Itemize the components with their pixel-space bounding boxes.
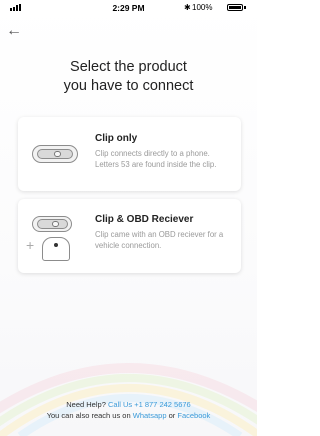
battery-percent: 100% <box>192 3 213 12</box>
facebook-link[interactable]: Facebook <box>177 411 210 420</box>
call-us-link[interactable]: Call Us +1 877 242 5676 <box>108 400 191 409</box>
reach-line: You can also reach us on Whatsapp or Fac… <box>0 410 257 421</box>
help-footer: Need Help? Call Us +1 877 242 5676 You c… <box>0 399 257 421</box>
option-description: Clip came with an OBD reciever for a veh… <box>95 230 224 250</box>
option-description: Clip connects directly to a phone. Lette… <box>95 149 217 169</box>
or-text: or <box>168 411 176 420</box>
status-time: 2:29 PM <box>112 3 145 13</box>
bluetooth-icon: ✱ <box>184 3 191 12</box>
battery-icon <box>227 4 243 11</box>
page-title-line-1: Select the product <box>70 59 187 75</box>
app-screen: 2:29 PM ✱ 100% ← Select the product you … <box>0 0 257 436</box>
option-card-clip-obd[interactable]: + Clip & OBD Reciever Clip came with an … <box>18 199 241 273</box>
plus-icon: + <box>26 237 35 253</box>
reach-prefix: You can also reach us on <box>46 411 131 420</box>
battery-tip <box>244 6 246 9</box>
obd-receiver-icon <box>42 237 70 261</box>
help-line: Need Help? Call Us +1 877 242 5676 <box>0 399 257 410</box>
page-title: Select the product you have to connect <box>0 58 257 96</box>
option-title: Clip & OBD Reciever <box>95 214 194 225</box>
clip-device-icon <box>32 145 78 163</box>
option-card-clip-only[interactable]: Clip only Clip connects directly to a ph… <box>18 117 241 191</box>
option-title: Clip only <box>95 133 138 144</box>
whatsapp-link[interactable]: Whatsapp <box>133 411 167 420</box>
help-prefix: Need Help? <box>66 400 106 409</box>
back-arrow-icon[interactable]: ← <box>6 22 26 40</box>
clip-device-icon <box>32 216 72 232</box>
page-title-line-2: you have to connect <box>63 78 194 94</box>
status-bar: 2:29 PM ✱ 100% <box>0 0 257 16</box>
